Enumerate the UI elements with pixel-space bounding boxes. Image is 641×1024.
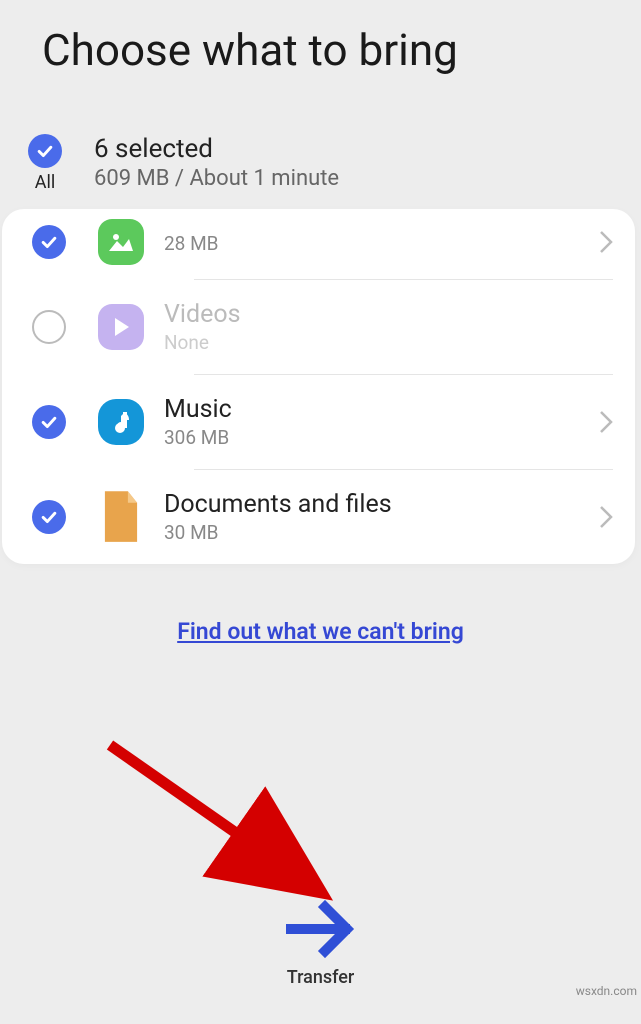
- item-images-checkbox[interactable]: [32, 225, 66, 259]
- arrow-right-icon: [285, 899, 357, 959]
- item-music-title: Music: [164, 395, 599, 424]
- watermark: wsxdn.com: [576, 984, 637, 998]
- video-icon: [98, 304, 144, 350]
- music-icon: [98, 399, 144, 445]
- item-music-checkbox[interactable]: [32, 405, 66, 439]
- item-music[interactable]: Music 306 MB: [2, 375, 635, 469]
- chevron-right-icon: [599, 505, 613, 529]
- check-icon: [39, 232, 59, 252]
- item-documents[interactable]: Documents and files 30 MB: [2, 470, 635, 564]
- info-link[interactable]: Find out what we can't bring: [0, 618, 641, 645]
- select-all-control[interactable]: All: [28, 134, 62, 193]
- item-documents-size: 30 MB: [164, 521, 599, 544]
- item-images[interactable]: 28 MB: [2, 209, 635, 279]
- item-documents-checkbox[interactable]: [32, 500, 66, 534]
- transfer-label: Transfer: [287, 967, 355, 988]
- item-documents-title: Documents and files: [164, 490, 599, 519]
- image-icon: [98, 219, 144, 265]
- item-videos-size: None: [164, 331, 613, 354]
- selected-size: 609 MB / About 1 minute: [94, 166, 339, 191]
- page-title: Choose what to bring: [0, 0, 641, 86]
- check-icon: [35, 141, 55, 161]
- document-icon: [98, 494, 144, 540]
- items-card: 28 MB Videos None Music 306 MB: [2, 209, 635, 564]
- transfer-button[interactable]: Transfer: [0, 899, 641, 988]
- item-images-size: 28 MB: [164, 232, 599, 255]
- item-videos[interactable]: Videos None: [2, 280, 635, 374]
- select-all-label: All: [35, 172, 56, 193]
- selection-summary: All 6 selected 609 MB / About 1 minute: [0, 86, 641, 203]
- item-videos-checkbox[interactable]: [32, 310, 66, 344]
- check-icon: [39, 412, 59, 432]
- select-all-checkbox[interactable]: [28, 134, 62, 168]
- check-icon: [39, 507, 59, 527]
- annotation-arrow: [100, 735, 360, 915]
- chevron-right-icon: [599, 410, 613, 434]
- item-music-size: 306 MB: [164, 426, 599, 449]
- selected-count: 6 selected: [94, 134, 339, 164]
- chevron-right-icon: [599, 230, 613, 254]
- item-videos-title: Videos: [164, 300, 613, 329]
